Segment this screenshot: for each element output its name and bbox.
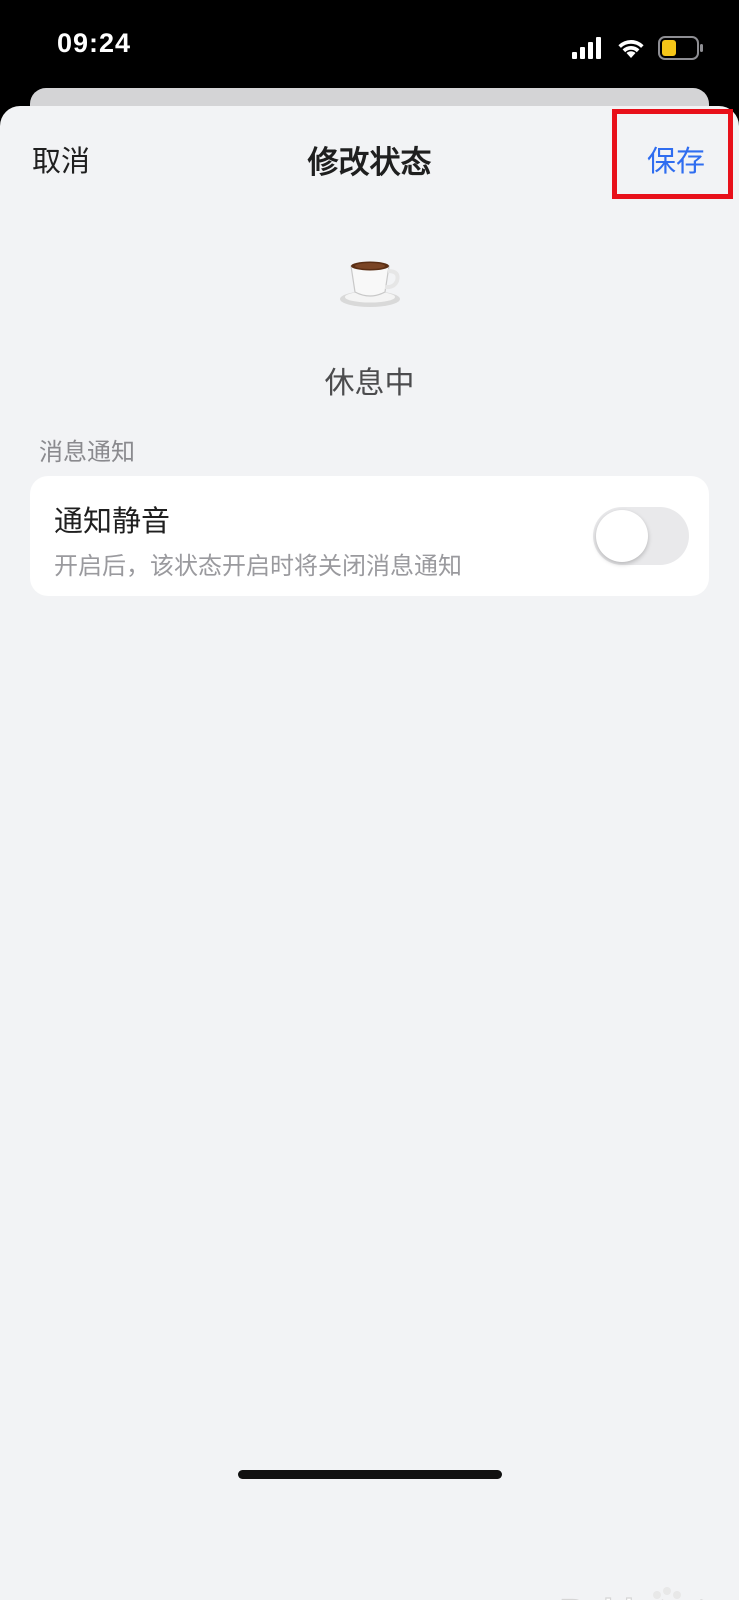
battery-icon [658,36,703,60]
section-label: 消息通知 [39,438,135,466]
signal-icon [572,37,601,59]
notification-mute-card: 通知静音 开启后，该状态开启时将关闭消息通知 [30,476,709,596]
mute-toggle[interactable] [593,507,689,565]
status-time: 09:24 [57,28,132,58]
nav-bar: 取消 修改状态 保存 [0,106,739,212]
status-icons [572,34,704,62]
baidu-watermark-logo: Baidu 经验 jingyan.baidu.com [560,1587,711,1600]
status-name: 休息中 [324,366,415,401]
wifi-icon [618,40,644,58]
save-button[interactable]: 保存 [647,138,705,180]
coffee-cup-icon [0,254,739,314]
edit-status-sheet: 取消 修改状态 保存 休息中 消息通知 通知静音 开启后，该状态开启时将关闭消息… [0,106,739,1600]
home-indicator[interactable] [238,1470,502,1479]
svg-text:Baidu: Baidu [560,1593,654,1600]
status-bar: 09:24 [0,0,739,95]
mute-subtitle: 开启后，该状态开启时将关闭消息通知 [54,552,462,580]
toggle-knob [596,510,648,562]
mute-title: 通知静音 [54,504,171,538]
